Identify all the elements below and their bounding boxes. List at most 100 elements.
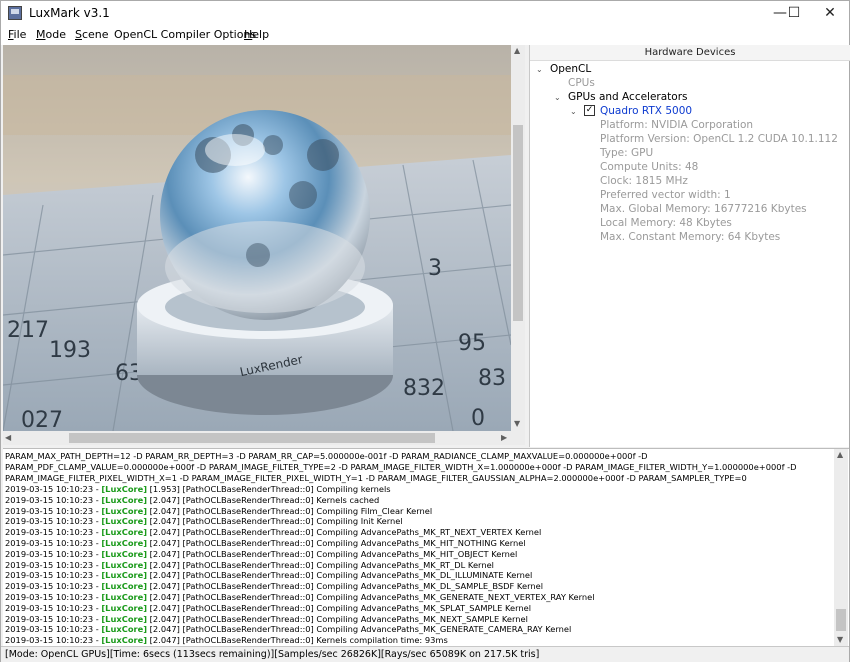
render-horizontal-scrollbar[interactable]: ◀ ▶	[3, 431, 525, 445]
scroll-up-icon[interactable]: ▲	[837, 450, 843, 459]
log-timestamp: 2019-03-15 10:10:23 -	[5, 538, 102, 548]
log-line: 2019-03-15 10:10:23 - [LuxCore] [2.047] …	[5, 560, 494, 570]
hardware-devices-header: Hardware Devices	[530, 45, 850, 61]
log-message: [2.047] [PathOCLBaseRenderThread::0] Com…	[147, 516, 403, 527]
log-tag: [LuxCore]	[101, 494, 148, 505]
log-message: [2.047] [PathOCLBaseRenderThread::0] Com…	[147, 592, 595, 602]
window-title: LuxMark v3.1	[29, 6, 110, 20]
log-timestamp: 2019-03-15 10:10:23 -	[5, 505, 102, 516]
scroll-right-icon[interactable]: ▶	[501, 433, 507, 442]
device-checkbox[interactable]: ✓	[584, 105, 595, 116]
hardware-devices-panel: Hardware Devices ⌄ OpenCL CPUs ⌄ GPUs an…	[529, 45, 850, 447]
log-message: [2.047] [PathOCLBaseRenderThread::0] Ker…	[147, 635, 448, 646]
log-message: [2.047] [PathOCLBaseRenderThread::0] Ker…	[147, 494, 380, 505]
device-property: Platform: NVIDIA Corporation	[600, 119, 754, 131]
close-button[interactable]: ✕	[807, 1, 850, 25]
scrollbar-thumb[interactable]	[836, 609, 846, 631]
scrollbar-thumb[interactable]	[69, 433, 435, 443]
log-tag: [LuxCore]	[101, 624, 148, 635]
floor-number: 0	[471, 406, 485, 431]
collapse-icon[interactable]: ⌄	[570, 107, 577, 116]
log-tag: [LuxCore]	[101, 592, 148, 602]
floor-number: 83	[478, 366, 506, 391]
collapse-icon[interactable]: ⌄	[536, 65, 543, 74]
log-line: 2019-03-15 10:10:23 - [LuxCore] [2.047] …	[5, 495, 379, 505]
log-timestamp: 2019-03-15 10:10:23 -	[5, 613, 102, 624]
log-message: [2.047] [PathOCLBaseRenderThread::0] Com…	[147, 570, 533, 581]
log-line: 2019-03-15 10:10:23 - [LuxCore] [2.047] …	[5, 592, 595, 602]
log-line: 2019-03-15 10:10:23 - [LuxCore] [2.047] …	[5, 614, 528, 624]
log-timestamp: 2019-03-15 10:10:23 -	[5, 624, 102, 635]
log-timestamp: 2019-03-15 10:10:23 -	[5, 592, 102, 602]
log-message: [2.047] [PathOCLBaseRenderThread::0] Com…	[147, 624, 572, 635]
log-message: [2.047] [PathOCLBaseRenderThread::0] Com…	[147, 505, 433, 516]
log-timestamp: 2019-03-15 10:10:23 -	[5, 602, 102, 613]
device-property: Type: GPU	[600, 147, 654, 159]
render-image: 217 193 632 027 210 95 832 83 0 3 LuxRen…	[3, 45, 511, 431]
log-tag: [LuxCore]	[101, 581, 148, 592]
scroll-down-icon[interactable]: ▼	[514, 419, 520, 428]
log-line: PARAM_MAX_PATH_DEPTH=12 -D PARAM_RR_DEPT…	[5, 451, 648, 461]
app-icon	[8, 6, 22, 20]
log-message: [2.047] [PathOCLBaseRenderThread::0] Com…	[147, 527, 542, 538]
menu-opencl-compiler-options[interactable]: OpenCL Compiler Options	[114, 28, 256, 41]
log-line: 2019-03-15 10:10:23 - [LuxCore] [2.047] …	[5, 538, 526, 548]
render-view[interactable]: 217 193 632 027 210 95 832 83 0 3 LuxRen…	[3, 45, 511, 431]
log-tag: [LuxCore]	[101, 635, 148, 646]
log-timestamp: 2019-03-15 10:10:23 -	[5, 484, 102, 494]
menu-file[interactable]: File	[8, 28, 26, 41]
log-timestamp: 2019-03-15 10:10:23 -	[5, 581, 102, 592]
scrollbar-thumb[interactable]	[513, 125, 523, 321]
log-message: [2.047] [PathOCLBaseRenderThread::0] Com…	[147, 581, 544, 592]
floor-number: 95	[458, 331, 486, 356]
log-tag: [LuxCore]	[101, 516, 148, 527]
log-tag: [LuxCore]	[101, 602, 148, 613]
log-message: [1.953] [PathOCLBaseRenderThread::0] Com…	[147, 484, 391, 494]
log-tag: [LuxCore]	[101, 484, 148, 494]
floor-number: 217	[7, 318, 49, 343]
menu-mode[interactable]: Mode	[36, 28, 66, 41]
maximize-icon: ☐	[787, 5, 801, 21]
log-timestamp: 2019-03-15 10:10:23 -	[5, 494, 102, 505]
log-tag: [LuxCore]	[101, 570, 148, 581]
menu-help[interactable]: Help	[244, 28, 269, 41]
log-timestamp: 2019-03-15 10:10:23 -	[5, 548, 102, 559]
device-property: Platform Version: OpenCL 1.2 CUDA 10.1.1…	[600, 133, 838, 145]
log-tag: [LuxCore]	[101, 548, 148, 559]
tree-item-device[interactable]: Quadro RTX 5000	[600, 105, 692, 117]
log-line: 2019-03-15 10:10:23 - [LuxCore] [2.047] …	[5, 570, 532, 580]
tree-item-opencl[interactable]: OpenCL	[550, 63, 591, 75]
log-timestamp: 2019-03-15 10:10:23 -	[5, 516, 102, 527]
log-line: 2019-03-15 10:10:23 - [LuxCore] [2.047] …	[5, 603, 531, 613]
collapse-icon[interactable]: ⌄	[554, 93, 561, 102]
log-message: [2.047] [PathOCLBaseRenderThread::0] Com…	[147, 538, 526, 548]
scroll-left-icon[interactable]: ◀	[5, 433, 11, 442]
checkmark-icon: ✓	[585, 105, 594, 115]
scroll-up-icon[interactable]: ▲	[514, 46, 520, 55]
tree-item-cpus[interactable]: CPUs	[568, 77, 595, 89]
title-bar: LuxMark v3.1 — ☐ ✕	[1, 1, 849, 25]
log-message: [2.047] [PathOCLBaseRenderThread::0] Com…	[147, 548, 518, 559]
luxmark-window: LuxMark v3.1 — ☐ ✕ File Mode Scene OpenC…	[0, 0, 850, 662]
log-line: 2019-03-15 10:10:23 - [LuxCore] [2.047] …	[5, 506, 432, 516]
log-vertical-scrollbar[interactable]: ▲ ▼	[834, 449, 848, 646]
log-timestamp: 2019-03-15 10:10:23 -	[5, 570, 102, 581]
device-property: Clock: 1815 MHz	[600, 175, 688, 187]
log-line: 2019-03-15 10:10:23 - [LuxCore] [2.047] …	[5, 635, 448, 645]
log-tag: [LuxCore]	[101, 527, 148, 538]
log-timestamp: 2019-03-15 10:10:23 -	[5, 527, 102, 538]
render-vertical-scrollbar[interactable]: ▲ ▼	[511, 45, 525, 431]
log-output[interactable]: PARAM_MAX_PATH_DEPTH=12 -D PARAM_RR_DEPT…	[3, 448, 849, 646]
log-line: 2019-03-15 10:10:23 - [LuxCore] [1.953] …	[5, 484, 391, 494]
device-property: Max. Constant Memory: 64 Kbytes	[600, 231, 781, 243]
log-line: PARAM_PDF_CLAMP_VALUE=0.000000e+000f -D …	[5, 462, 797, 472]
log-tag: [LuxCore]	[101, 538, 148, 548]
tree-item-gpus-and-accelerators[interactable]: GPUs and Accelerators	[568, 91, 688, 103]
device-property: Local Memory: 48 Kbytes	[600, 217, 732, 229]
log-line: 2019-03-15 10:10:23 - [LuxCore] [2.047] …	[5, 624, 571, 634]
log-line: PARAM_IMAGE_FILTER_PIXEL_WIDTH_X=1 -D PA…	[5, 473, 747, 483]
menu-scene[interactable]: Scene	[75, 28, 109, 41]
log-line: 2019-03-15 10:10:23 - [LuxCore] [2.047] …	[5, 527, 541, 537]
scroll-down-icon[interactable]: ▼	[837, 635, 843, 644]
log-message: [2.047] [PathOCLBaseRenderThread::0] Com…	[147, 613, 528, 624]
